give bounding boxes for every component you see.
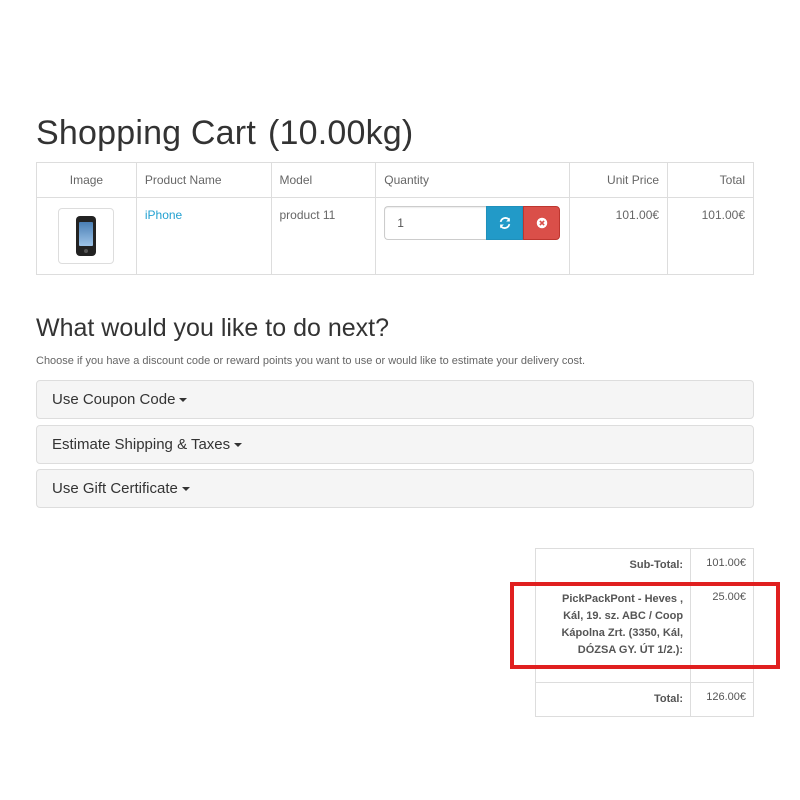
total-value: 126.00€	[690, 682, 754, 717]
table-row: Sub-Total: 101.00€	[534, 548, 754, 583]
product-name-link[interactable]: iPhone	[145, 208, 182, 222]
table-row: iPhone product 11 1 101.00€ 101.00€	[36, 197, 754, 275]
estimate-shipping-panel[interactable]: Estimate Shipping & Taxes	[36, 425, 754, 464]
cell-quantity	[375, 197, 571, 275]
cell-unit-price: 101.00€	[569, 197, 669, 275]
cart-table: Image Product Name Model Quantity Unit P…	[36, 162, 754, 275]
cell-product-name: iPhone	[135, 197, 272, 275]
page-title-text: Shopping Cart	[36, 114, 256, 152]
cell-model: product 11	[270, 197, 377, 275]
cart-table-header-row: Image Product Name Model Quantity Unit P…	[36, 162, 754, 198]
header-model: Model	[270, 162, 377, 198]
coupon-code-label: Use Coupon Code	[52, 391, 176, 408]
quantity-group	[384, 206, 561, 240]
next-steps-description: Choose if you have a discount code or re…	[36, 355, 586, 367]
caret-down-icon	[179, 397, 188, 402]
remove-item-button[interactable]	[523, 206, 561, 240]
table-row: Total: 126.00€	[534, 682, 754, 717]
header-quantity: Quantity	[375, 162, 571, 198]
header-image: Image	[36, 162, 137, 198]
table-row: PickPackPont - Heves , Kál, 19. sz. ABC …	[534, 582, 754, 683]
update-quantity-button[interactable]	[486, 206, 524, 240]
remove-circle-icon	[536, 217, 548, 229]
quantity-input[interactable]	[384, 206, 487, 240]
cart-weight: (10.00kg)	[267, 114, 414, 152]
gift-certificate-label: Use Gift Certificate	[52, 480, 178, 497]
sub-total-value: 101.00€	[690, 548, 754, 583]
caret-down-icon	[234, 442, 243, 447]
shipping-label: PickPackPont - Heves , Kál, 19. sz. ABC …	[534, 582, 692, 683]
total-label: Total:	[534, 682, 692, 717]
totals-table: Sub-Total: 101.00€ PickPackPont - Heves …	[534, 548, 754, 717]
header-total: Total	[667, 162, 754, 198]
cell-image	[36, 197, 137, 275]
page-title: Shopping Cart (10.00kg)	[36, 114, 413, 153]
next-steps-title: What would you like to do next?	[36, 314, 389, 342]
shipping-value: 25.00€	[690, 582, 754, 683]
header-unit-price: Unit Price	[569, 162, 669, 198]
refresh-icon	[499, 217, 510, 229]
caret-down-icon	[181, 486, 190, 491]
coupon-code-panel[interactable]: Use Coupon Code	[36, 380, 754, 419]
iphone-thumbnail-icon	[76, 216, 97, 256]
gift-certificate-panel[interactable]: Use Gift Certificate	[36, 469, 754, 508]
estimate-shipping-label: Estimate Shipping & Taxes	[52, 436, 231, 453]
header-product-name: Product Name	[135, 162, 272, 198]
product-thumbnail-link[interactable]	[58, 208, 115, 264]
sub-total-label: Sub-Total:	[534, 548, 692, 583]
cell-total: 101.00€	[667, 197, 754, 275]
